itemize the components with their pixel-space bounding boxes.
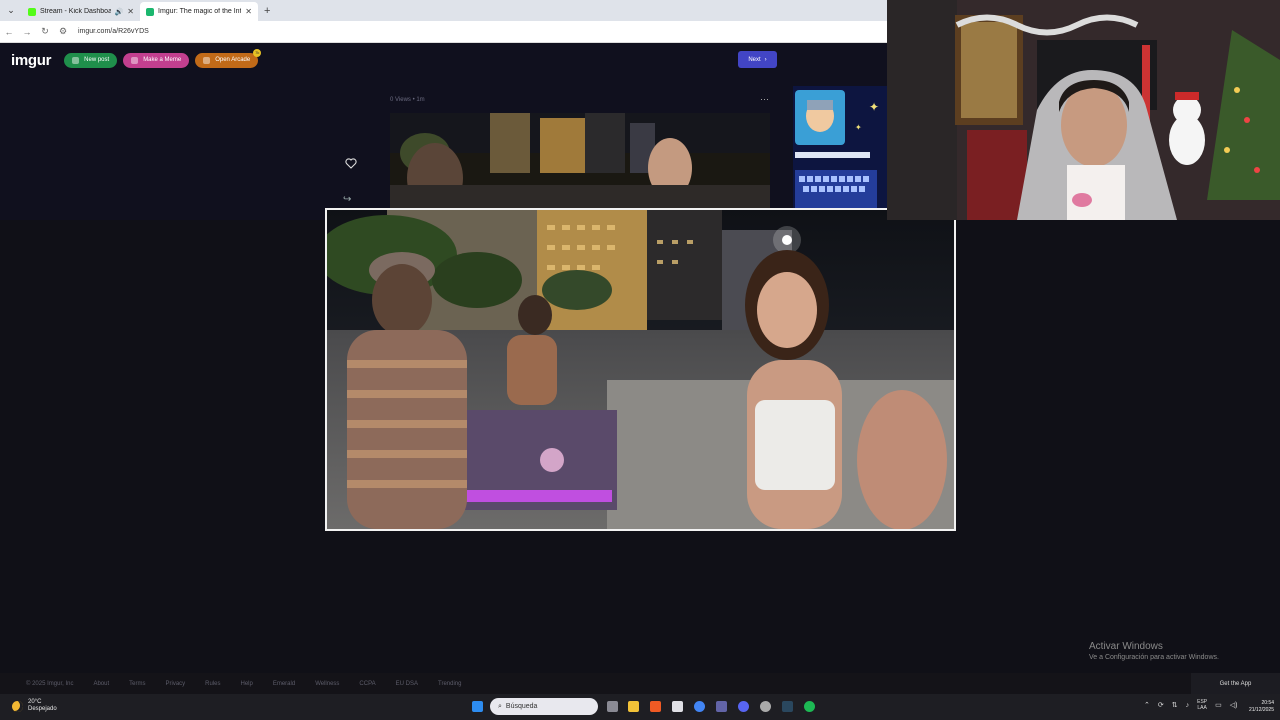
close-tab-icon[interactable]: ✕ bbox=[127, 7, 134, 16]
site-info-icon[interactable]: ⚙ bbox=[54, 26, 72, 37]
obs-icon[interactable] bbox=[760, 701, 771, 712]
kick-favicon-icon bbox=[28, 7, 36, 16]
footer-link-trending[interactable]: Trending bbox=[438, 681, 461, 687]
svg-text:✦: ✦ bbox=[869, 100, 879, 114]
search-icon: ⌕ bbox=[498, 702, 502, 710]
forward-icon[interactable]: → bbox=[18, 27, 36, 37]
stream-video-overlay bbox=[325, 208, 956, 531]
open-arcade-button[interactable]: Open Arcade 7k bbox=[195, 48, 262, 68]
footer-link-help[interactable]: Help bbox=[241, 681, 253, 687]
tab-kick-dashboard[interactable]: Stream - Kick Dashboard 🔊 ✕ bbox=[22, 2, 140, 21]
next-label: Next bbox=[748, 56, 761, 63]
lang-bottom: LAA bbox=[1197, 705, 1207, 711]
language-indicator[interactable]: ESP LAA bbox=[1197, 699, 1207, 711]
activate-subtitle: Ve a Configuración para activar Windows. bbox=[1089, 654, 1219, 661]
more-options-icon[interactable]: ⋯ bbox=[760, 94, 769, 105]
weather-text: 20°C Despejado bbox=[28, 699, 57, 713]
favorite-heart-icon[interactable] bbox=[337, 150, 365, 176]
post-meta: 0 Views • 1m bbox=[390, 97, 425, 103]
imgur-logo[interactable]: imgur bbox=[11, 52, 51, 69]
meme-icon bbox=[131, 56, 139, 64]
tray-overflow-icon[interactable]: ⌃ bbox=[1144, 701, 1150, 709]
activate-title: Activar Windows bbox=[1089, 641, 1163, 652]
post-image[interactable] bbox=[390, 113, 770, 208]
gamepad-icon bbox=[203, 56, 211, 64]
tab-imgur[interactable]: Imgur: The magic of the Internet ✕ bbox=[140, 2, 258, 21]
plus-icon bbox=[72, 56, 80, 64]
weather-temp: 20°C bbox=[28, 699, 42, 705]
display-icon[interactable]: ▭ bbox=[1215, 701, 1222, 709]
share-icon[interactable]: ↪ bbox=[343, 194, 351, 205]
tab-title: Imgur: The magic of the Internet bbox=[158, 8, 241, 15]
footer-link-emerald[interactable]: Emerald bbox=[273, 681, 295, 687]
new-post-button[interactable]: New post bbox=[64, 52, 118, 68]
imgur-favicon-icon bbox=[146, 7, 154, 16]
screen: ⌄ Stream - Kick Dashboard 🔊 ✕ Imgur: The… bbox=[0, 0, 1280, 720]
activate-windows-watermark: Activar Windows Ve a Configuración para … bbox=[1089, 641, 1219, 661]
tab-title: Stream - Kick Dashboard bbox=[40, 8, 111, 15]
reload-icon[interactable]: ↻ bbox=[36, 26, 54, 37]
footer-link-eu-dsa[interactable]: EU DSA bbox=[396, 681, 418, 687]
browser-tab-bar: ⌄ Stream - Kick Dashboard 🔊 ✕ Imgur: The… bbox=[0, 0, 887, 21]
footer-link-wellness[interactable]: Wellness bbox=[315, 681, 339, 687]
store-icon[interactable] bbox=[672, 701, 683, 712]
speaker-icon[interactable]: 🔊 bbox=[115, 8, 124, 16]
weather-condition: Despejado bbox=[28, 706, 57, 712]
get-app-button[interactable]: Get the App bbox=[1191, 673, 1280, 694]
brave-browser-icon[interactable] bbox=[650, 701, 661, 712]
footer-link-about[interactable]: About bbox=[93, 681, 109, 687]
search-placeholder: Búsqueda bbox=[505, 703, 538, 710]
chevron-right-icon: › bbox=[764, 56, 767, 63]
discord-icon[interactable] bbox=[738, 701, 749, 712]
svg-text:✦: ✦ bbox=[855, 123, 862, 132]
file-explorer-icon[interactable] bbox=[628, 701, 639, 712]
ad-banner[interactable]: ✦ ✦ bbox=[793, 86, 887, 210]
network-icon[interactable]: ⇅ bbox=[1172, 701, 1178, 709]
task-view-icon[interactable] bbox=[607, 701, 618, 712]
new-tab-icon[interactable]: + bbox=[264, 5, 270, 17]
footer-link-rules[interactable]: Rules bbox=[205, 681, 220, 687]
sync-icon[interactable]: ⟳ bbox=[1158, 701, 1164, 709]
open-arcade-label: Open Arcade bbox=[215, 57, 251, 63]
webcam-feed bbox=[887, 0, 1280, 220]
weather-widget[interactable]: 20°C Despejado bbox=[12, 699, 57, 713]
copyright: © 2025 Imgur, Inc bbox=[26, 680, 74, 687]
make-meme-label: Make a Meme bbox=[143, 57, 182, 63]
spotify-icon[interactable] bbox=[804, 701, 815, 712]
imgur-footer: © 2025 Imgur, Inc About Terms Privacy Ru… bbox=[0, 673, 1280, 694]
footer-link-ccpa[interactable]: CCPA bbox=[359, 681, 375, 687]
close-tab-icon[interactable]: ✕ bbox=[245, 7, 252, 16]
footer-link-terms[interactable]: Terms bbox=[129, 681, 145, 687]
windows-start-icon[interactable] bbox=[472, 701, 483, 712]
clock-time: 20:54 bbox=[1261, 700, 1274, 706]
tab-search-icon[interactable]: ⌄ bbox=[0, 5, 22, 16]
system-tray: ⌃ ⟳ ⇅ ♪ ESP LAA ▭ ◁) bbox=[1144, 699, 1237, 711]
clock-date: 21/12/2025 bbox=[1248, 707, 1274, 713]
clock[interactable]: 20:54 21/12/2025 bbox=[1249, 700, 1274, 714]
new-post-label: New post bbox=[84, 57, 110, 63]
chrome-icon[interactable] bbox=[694, 701, 705, 712]
windows-taskbar: 20°C Despejado ⌕ Búsqueda ⌃ ⟳ ⇅ ♪ ESP LA… bbox=[0, 694, 1280, 720]
address-bar: ← → ↻ ⚙ imgur.com/a/R26vYDS bbox=[0, 21, 887, 43]
steam-icon[interactable] bbox=[782, 701, 793, 712]
back-icon[interactable]: ← bbox=[0, 27, 18, 37]
volume-icon[interactable]: ◁) bbox=[1230, 701, 1238, 709]
next-button[interactable]: Next › bbox=[738, 51, 777, 68]
make-meme-button[interactable]: Make a Meme bbox=[123, 52, 190, 68]
moon-icon bbox=[12, 700, 23, 712]
taskbar-search[interactable]: ⌕ Búsqueda bbox=[490, 698, 598, 715]
arcade-badge: 7k bbox=[253, 48, 262, 57]
footer-link-privacy[interactable]: Privacy bbox=[165, 681, 185, 687]
teams-icon[interactable] bbox=[716, 701, 727, 712]
url-field[interactable]: imgur.com/a/R26vYDS bbox=[78, 28, 149, 35]
microphone-icon[interactable]: ♪ bbox=[1186, 702, 1190, 709]
